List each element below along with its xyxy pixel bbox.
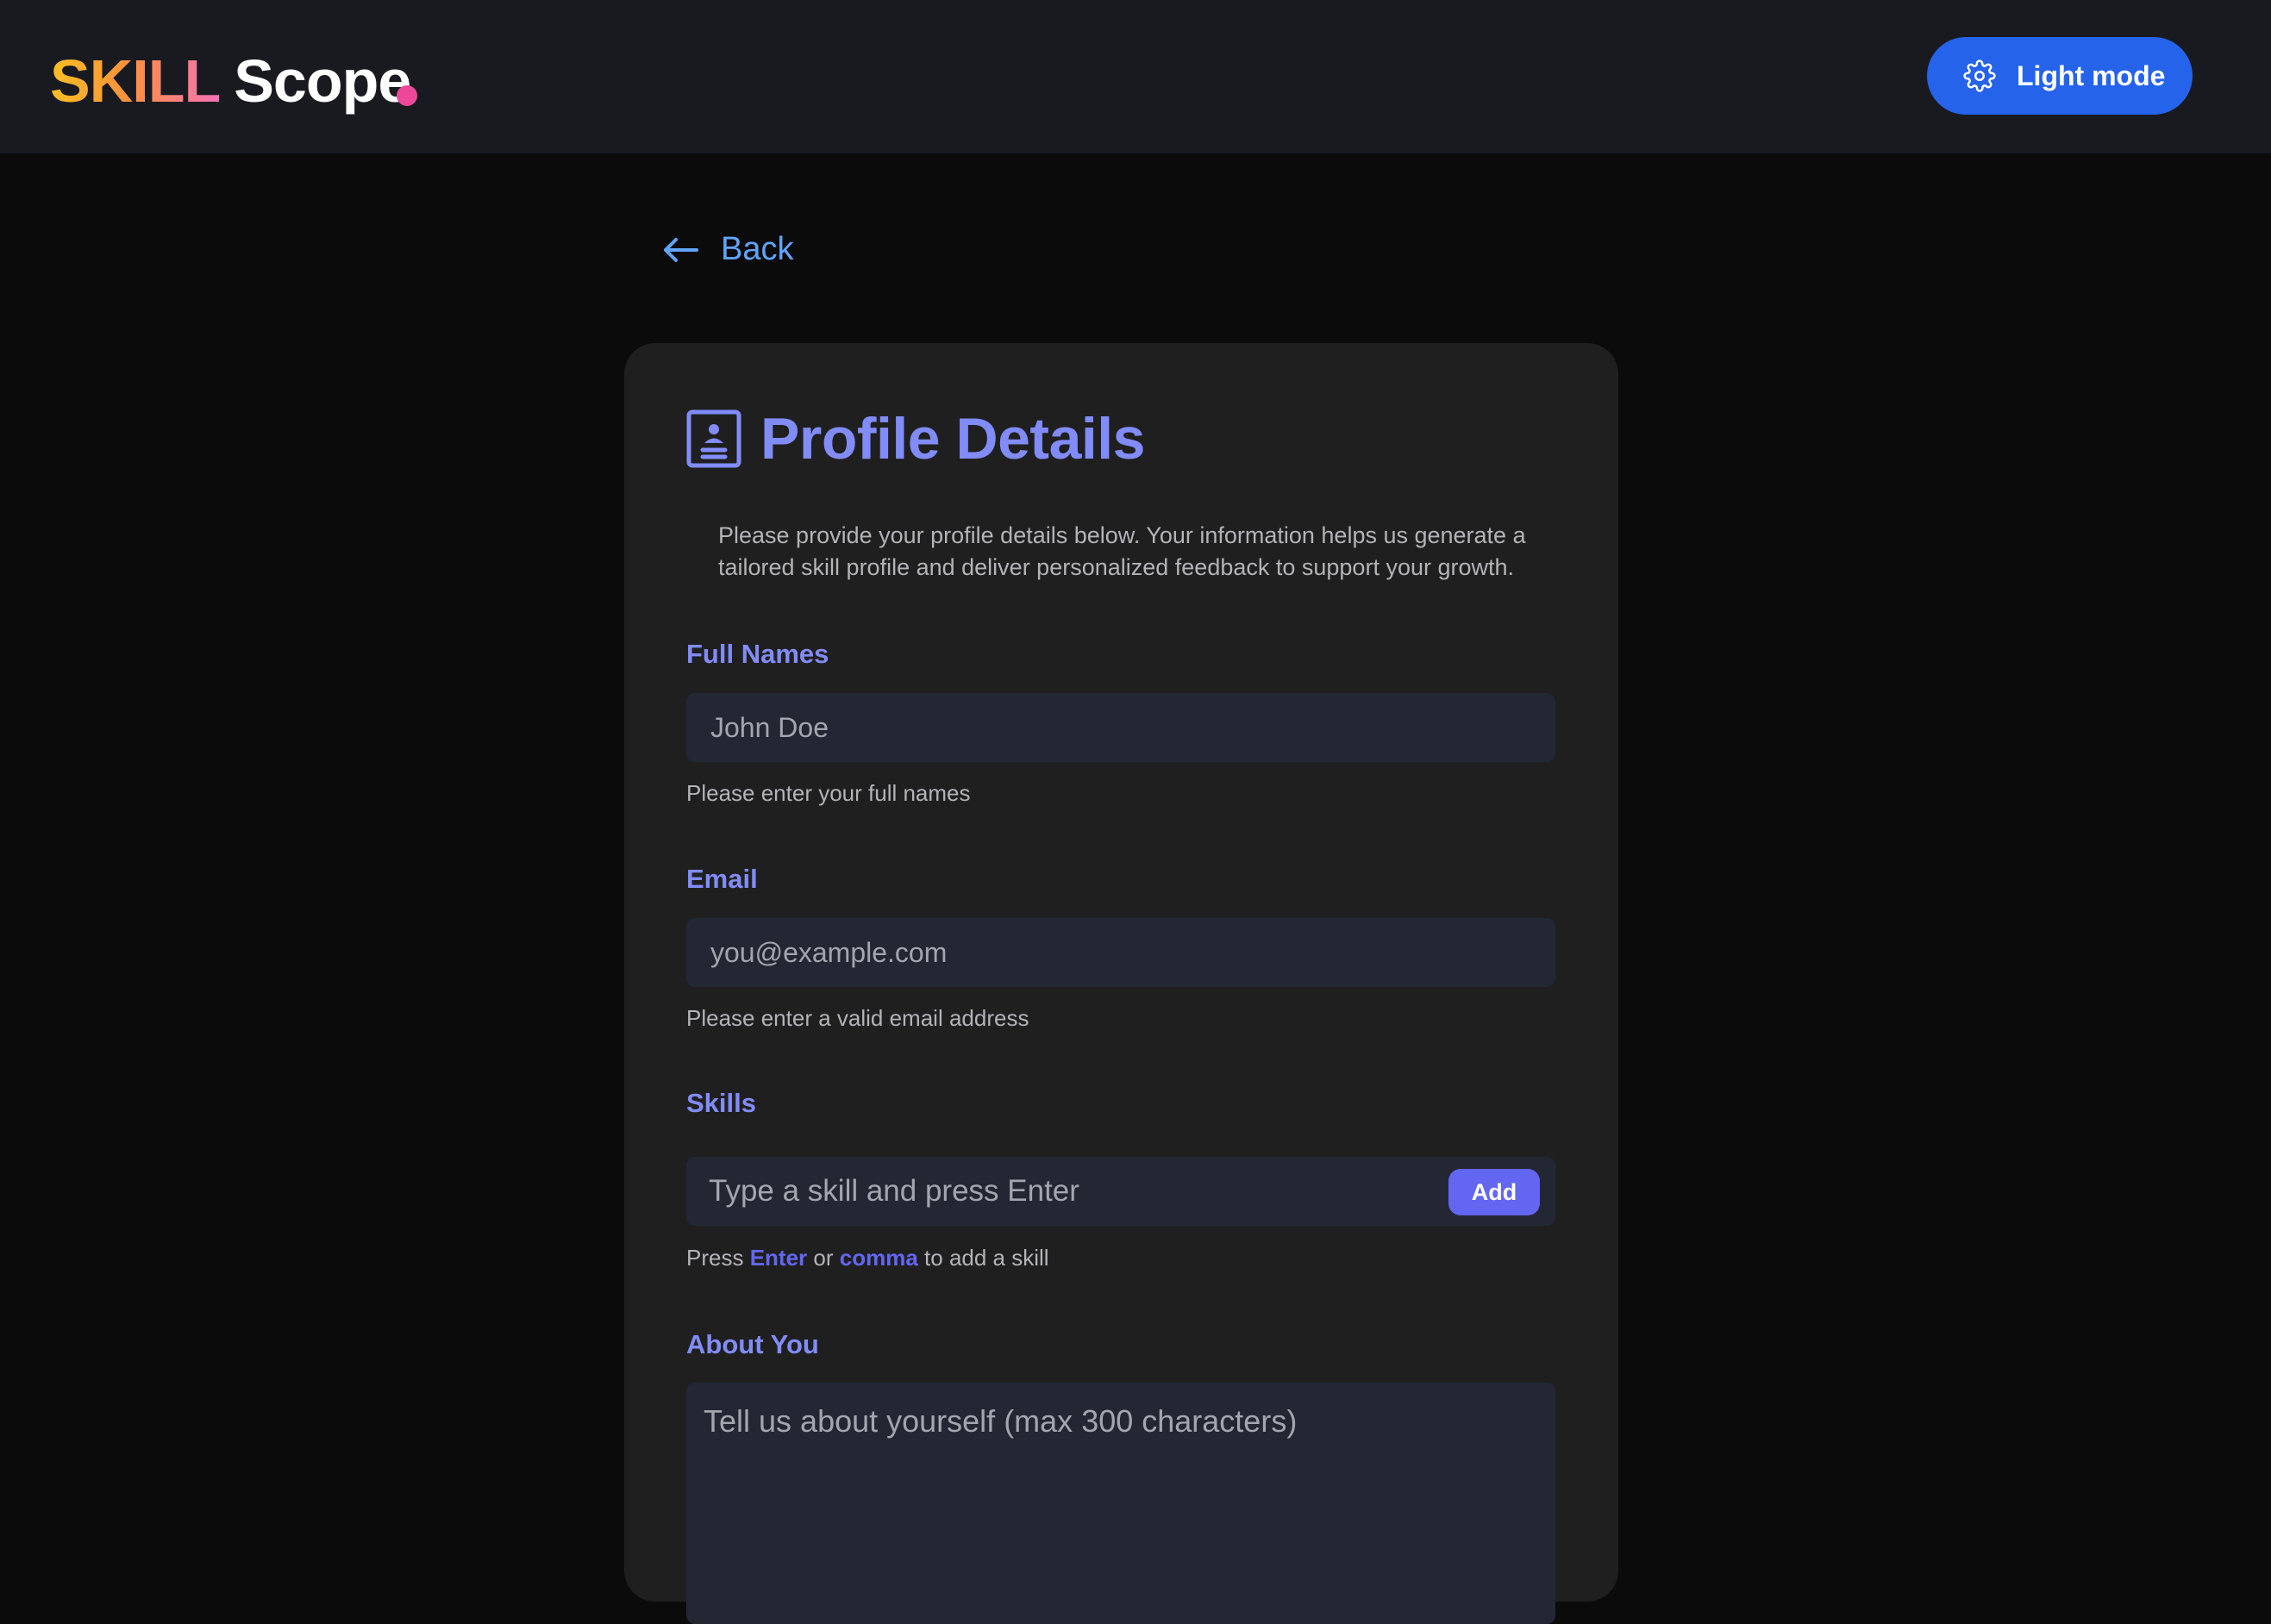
full-names-hint: Please enter your full names [686, 780, 971, 806]
arrow-left-icon [664, 237, 698, 262]
full-names-label: Full Names [686, 639, 829, 669]
logo-scope-text: Scope [234, 47, 411, 115]
skills-hint: Press Enter or comma to add a skill [686, 1245, 1049, 1271]
skills-hint-enter-key: Enter [749, 1245, 808, 1271]
skill-input[interactable] [686, 1157, 1428, 1226]
light-mode-label: Light mode [2017, 59, 2166, 91]
profile-card: Profile Details Please provide your prof… [624, 343, 1618, 1624]
skills-input-wrapper: Add [686, 1157, 1555, 1226]
skills-hint-prefix: Press [686, 1245, 744, 1271]
skills-label: Skills [686, 1088, 756, 1118]
light-mode-button[interactable]: Light mode [1927, 37, 2193, 115]
email-input[interactable] [686, 918, 1555, 987]
about-label: About You [686, 1329, 819, 1359]
back-link[interactable]: Back [662, 231, 793, 268]
back-label: Back [721, 231, 794, 267]
email-hint: Please enter a valid email address [686, 1005, 1029, 1031]
card-header: Profile Details [686, 405, 1146, 472]
gear-icon [1963, 59, 1996, 92]
top-bar: SKILL Scope Light mode [0, 0, 2271, 153]
page-title: Profile Details [760, 406, 1146, 472]
id-badge-icon [686, 409, 741, 468]
app-logo[interactable]: SKILL Scope [50, 41, 411, 121]
full-names-input[interactable] [686, 693, 1555, 762]
skills-hint-suffix: to add a skill [924, 1245, 1049, 1271]
add-skill-button[interactable]: Add [1448, 1169, 1540, 1215]
skills-hint-or: or [813, 1245, 834, 1271]
about-textarea[interactable] [686, 1383, 1555, 1624]
skills-hint-comma-key: comma [839, 1245, 918, 1271]
logo-skill-text: SKILL [50, 47, 221, 115]
intro-text: Please provide your profile details belo… [718, 522, 1526, 580]
email-label: Email [686, 864, 758, 894]
logo-dot [397, 85, 417, 106]
